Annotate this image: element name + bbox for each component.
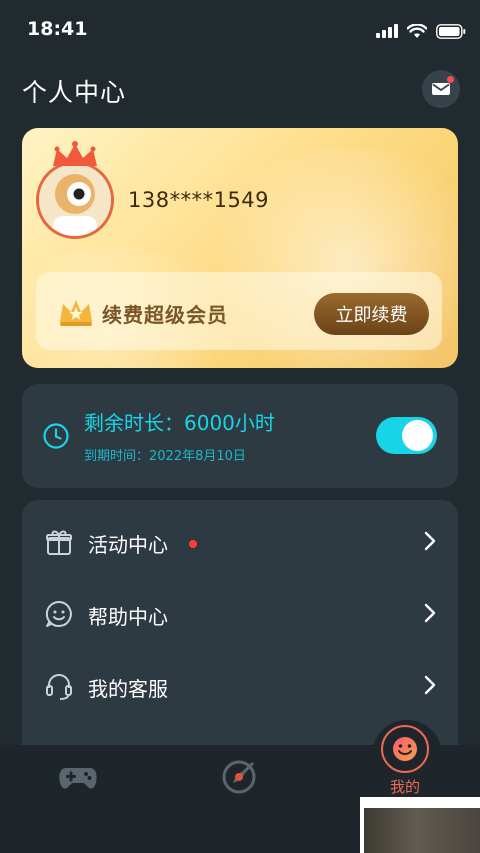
chevron-right-icon xyxy=(424,531,436,551)
status-time: 18:41 xyxy=(27,18,88,40)
menu-item-service[interactable]: 我的客服 xyxy=(22,657,458,717)
smile-icon xyxy=(393,737,417,761)
vip-strip-label: 续费超级会员 xyxy=(102,303,228,327)
user-phone: 138****1549 xyxy=(128,188,270,212)
time-toggle[interactable] xyxy=(376,417,437,454)
avatar[interactable] xyxy=(36,161,114,239)
gamepad-icon xyxy=(59,768,97,789)
gift-icon xyxy=(46,530,72,555)
chevron-right-icon xyxy=(424,675,436,695)
menu-item-help[interactable]: 帮助中心 xyxy=(22,585,458,645)
page-title: 个人中心 xyxy=(22,78,127,107)
menu-item-label: 活动中心 xyxy=(88,533,168,557)
avatar-face-icon xyxy=(39,164,111,236)
renew-button[interactable]: 立即续费 xyxy=(314,293,429,335)
wifi-icon xyxy=(407,23,427,38)
menu-item-label: 我的客服 xyxy=(88,677,168,701)
signal-icon xyxy=(376,24,398,38)
mail-badge xyxy=(447,76,454,83)
clock-icon xyxy=(43,423,69,449)
menu-item-activity[interactable]: 活动中心 xyxy=(22,513,458,573)
tab-discover[interactable] xyxy=(220,758,258,800)
remaining-time: 剩余时长：6000小时 xyxy=(84,411,275,435)
mail-button[interactable] xyxy=(422,70,460,108)
activity-badge xyxy=(189,540,197,548)
tab-mine-label: 我的 xyxy=(390,778,421,796)
thumbnail-image xyxy=(364,808,480,853)
expire-date: 到期时间：2022年8月10日 xyxy=(84,449,246,464)
battery-icon xyxy=(436,23,466,39)
rocket-icon xyxy=(222,760,256,794)
vip-crown-badge-icon xyxy=(60,300,92,326)
tab-games[interactable] xyxy=(58,764,98,796)
crown-icon xyxy=(53,141,97,166)
chevron-right-icon xyxy=(424,603,436,623)
menu-item-label: 帮助中心 xyxy=(88,605,168,629)
vip-card: 138****1549 续费超级会员 立即续费 xyxy=(22,128,458,368)
headset-icon xyxy=(46,674,72,700)
mail-icon xyxy=(432,83,450,95)
toggle-knob xyxy=(402,420,433,451)
smile-chat-icon xyxy=(45,600,72,627)
tab-mine[interactable] xyxy=(381,725,429,773)
status-icons xyxy=(376,22,466,40)
